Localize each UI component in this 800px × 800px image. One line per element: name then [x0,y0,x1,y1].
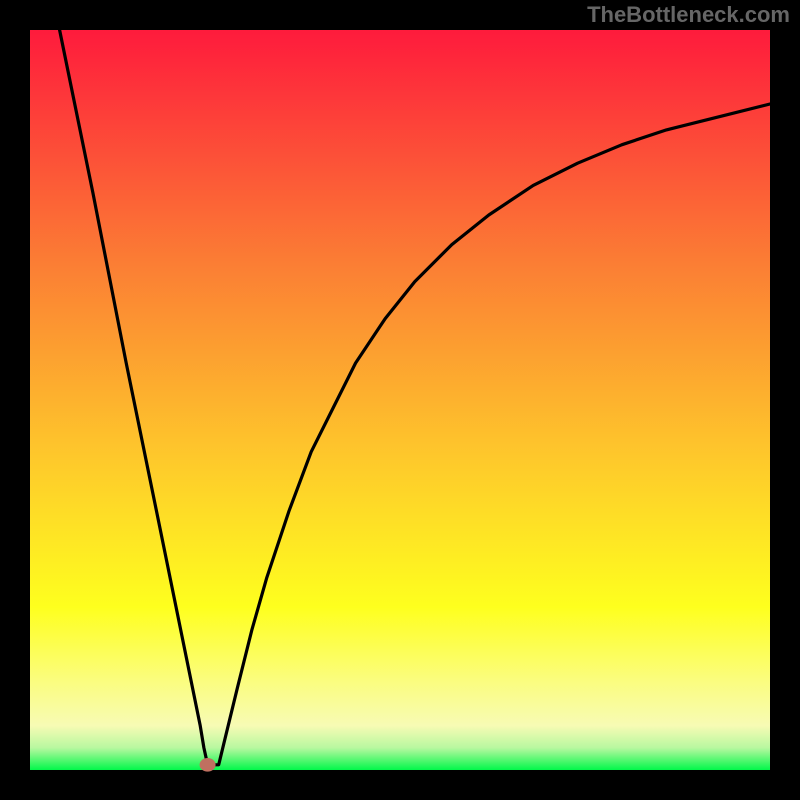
bottleneck-chart [0,0,800,800]
optimal-point-marker [200,758,216,772]
chart-container: TheBottleneck.com [0,0,800,800]
watermark-text: TheBottleneck.com [587,2,790,28]
